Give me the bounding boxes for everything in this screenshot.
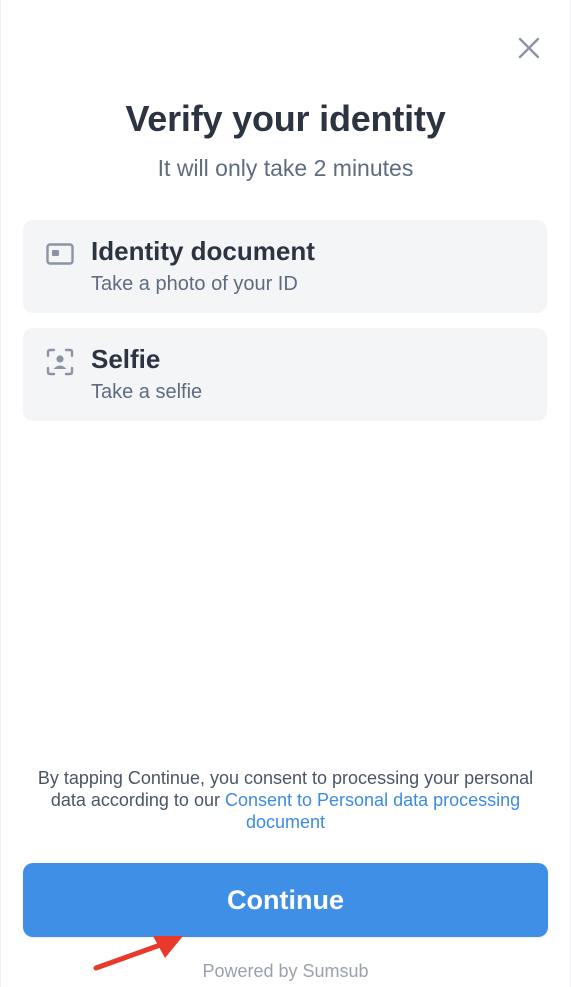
verification-screen: Verify your identity It will only take 2…	[0, 0, 571, 987]
step-subtitle: Take a photo of your ID	[91, 273, 298, 295]
page-title: Verify your identity	[125, 98, 446, 139]
step-subtitle: Take a selfie	[91, 381, 203, 403]
consent-document-link[interactable]: Consent to Personal data processing docu…	[225, 790, 520, 832]
page-subtitle: It will only take 2 minutes	[157, 155, 414, 181]
powered-by-text: Powered by Sumsub	[202, 961, 369, 981]
face-scan-icon	[45, 347, 75, 377]
step-title: Selfie	[91, 344, 161, 374]
step-selfie[interactable]: Selfie Take a selfie	[23, 328, 547, 421]
close-icon	[518, 37, 540, 59]
step-identity-document[interactable]: Identity document Take a photo of your I…	[23, 220, 547, 313]
close-button[interactable]	[513, 32, 545, 64]
step-title: Identity document	[91, 236, 315, 266]
id-card-icon	[45, 239, 75, 269]
continue-button[interactable]: Continue	[23, 863, 548, 937]
consent-notice: By tapping Continue, you consent to proc…	[31, 767, 540, 833]
